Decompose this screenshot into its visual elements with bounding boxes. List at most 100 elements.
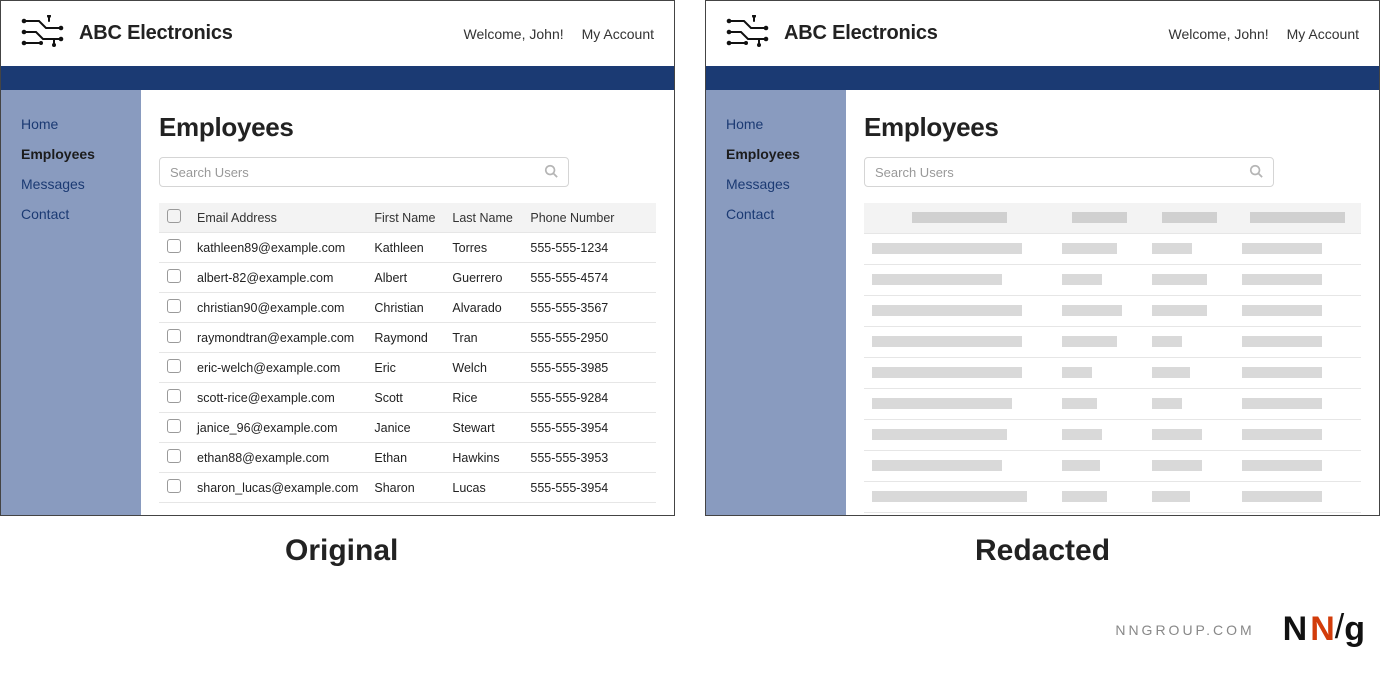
cell-last: Lucas (444, 473, 522, 503)
sidebar-item-home[interactable]: Home (21, 116, 141, 132)
row-checkbox[interactable] (167, 269, 181, 283)
table-row (864, 234, 1361, 265)
col-header-email[interactable]: Email Address (189, 203, 366, 233)
footer: NNGROUP.COM NN/g (1115, 610, 1364, 649)
sidebar-item-messages[interactable]: Messages (726, 176, 846, 192)
cell-last: Welch (444, 353, 522, 383)
cell-phone: 555-555-3567 (522, 293, 656, 323)
row-checkbox[interactable] (167, 449, 181, 463)
search-input[interactable] (875, 165, 1249, 180)
redacted-bar (1062, 367, 1092, 378)
redacted-bar (872, 243, 1022, 254)
row-checkbox[interactable] (167, 359, 181, 373)
redacted-bar (1062, 305, 1122, 316)
row-checkbox[interactable] (167, 239, 181, 253)
caption-original: Original (285, 534, 398, 568)
sidebar-item-employees[interactable]: Employees (21, 146, 141, 162)
table-row: raymondtran@example.comRaymondTran555-55… (159, 323, 656, 353)
redacted-bar (1062, 491, 1107, 502)
col-header-phone[interactable]: Phone Number (522, 203, 656, 233)
sidebar-item-messages[interactable]: Messages (21, 176, 141, 192)
cell-first: Kathleen (366, 233, 444, 263)
table-row: kathleen89@example.comKathleenTorres555-… (159, 233, 656, 263)
redacted-bar (872, 336, 1022, 347)
col-header-first[interactable]: First Name (366, 203, 444, 233)
cell-first: Janice (366, 413, 444, 443)
redacted-bar (1062, 429, 1102, 440)
table-row: scott-rice@example.comScottRice555-555-9… (159, 383, 656, 413)
redacted-bar (1242, 460, 1322, 471)
cell-last: Guerrero (444, 263, 522, 293)
redacted-bar (1152, 398, 1182, 409)
cell-email: eric-welch@example.com (189, 353, 366, 383)
page-title: Employees (864, 112, 1361, 143)
redacted-bar (1152, 274, 1207, 285)
redacted-bar (1062, 243, 1117, 254)
nngroup-logo-icon: NN/g (1283, 610, 1364, 649)
cell-last: Stewart (444, 413, 522, 443)
my-account-link[interactable]: My Account (582, 26, 654, 42)
search-box[interactable] (159, 157, 569, 187)
search-input[interactable] (170, 165, 544, 180)
table-row: janice_96@example.comJaniceStewart555-55… (159, 413, 656, 443)
cell-last: Hawkins (444, 443, 522, 473)
cell-phone: 555-555-3953 (522, 443, 656, 473)
cell-first: Scott (366, 383, 444, 413)
table-row (864, 327, 1361, 358)
row-checkbox[interactable] (167, 419, 181, 433)
table-row: ethan88@example.comEthanHawkins555-555-3… (159, 443, 656, 473)
table-row (864, 482, 1361, 513)
redacted-bar (872, 367, 1022, 378)
table-row: albert-82@example.comAlbertGuerrero555-5… (159, 263, 656, 293)
sidebar-item-contact[interactable]: Contact (726, 206, 846, 222)
cell-phone: 555-555-2950 (522, 323, 656, 353)
redacted-bar (1062, 274, 1102, 285)
cell-email: christian90@example.com (189, 293, 366, 323)
cell-phone: 555-555-4574 (522, 263, 656, 293)
brand: ABC Electronics (726, 15, 938, 52)
table-row (864, 451, 1361, 482)
accent-bar (1, 66, 674, 90)
redacted-bar (872, 398, 1012, 409)
table-row (864, 358, 1361, 389)
redacted-bar (1152, 243, 1192, 254)
row-checkbox[interactable] (167, 299, 181, 313)
logo-circuit-icon (21, 15, 67, 52)
cell-last: Rice (444, 383, 522, 413)
footer-url: NNGROUP.COM (1115, 622, 1254, 638)
redacted-bar (1242, 305, 1322, 316)
brand: ABC Electronics (21, 15, 233, 52)
select-all-checkbox[interactable] (167, 209, 181, 223)
sidebar: Home Employees Messages Contact (1, 90, 141, 515)
redacted-bar (1242, 243, 1322, 254)
cell-phone: 555-555-1234 (522, 233, 656, 263)
search-box[interactable] (864, 157, 1274, 187)
redacted-bar (912, 212, 1007, 223)
sidebar-item-home[interactable]: Home (726, 116, 846, 132)
redacted-bar (1072, 212, 1127, 223)
brand-name: ABC Electronics (784, 22, 938, 45)
welcome-text: Welcome, John! (464, 26, 564, 42)
cell-first: Sharon (366, 473, 444, 503)
redacted-bar (1242, 336, 1322, 347)
my-account-link[interactable]: My Account (1287, 26, 1359, 42)
cell-email: ethan88@example.com (189, 443, 366, 473)
sidebar-item-contact[interactable]: Contact (21, 206, 141, 222)
cell-phone: 555-555-3954 (522, 413, 656, 443)
table-row (864, 265, 1361, 296)
table-row (864, 389, 1361, 420)
redacted-bar (1062, 336, 1117, 347)
col-header-last[interactable]: Last Name (444, 203, 522, 233)
row-checkbox[interactable] (167, 479, 181, 493)
employees-table: Email Address First Name Last Name Phone… (159, 203, 656, 503)
sidebar-item-employees[interactable]: Employees (726, 146, 846, 162)
cell-email: raymondtran@example.com (189, 323, 366, 353)
cell-email: albert-82@example.com (189, 263, 366, 293)
cell-last: Alvarado (444, 293, 522, 323)
redacted-bar (872, 491, 1027, 502)
header: ABC Electronics Welcome, John! My Accoun… (1, 1, 674, 66)
redacted-bar (1152, 305, 1207, 316)
redacted-bar (872, 460, 1002, 471)
row-checkbox[interactable] (167, 389, 181, 403)
row-checkbox[interactable] (167, 329, 181, 343)
